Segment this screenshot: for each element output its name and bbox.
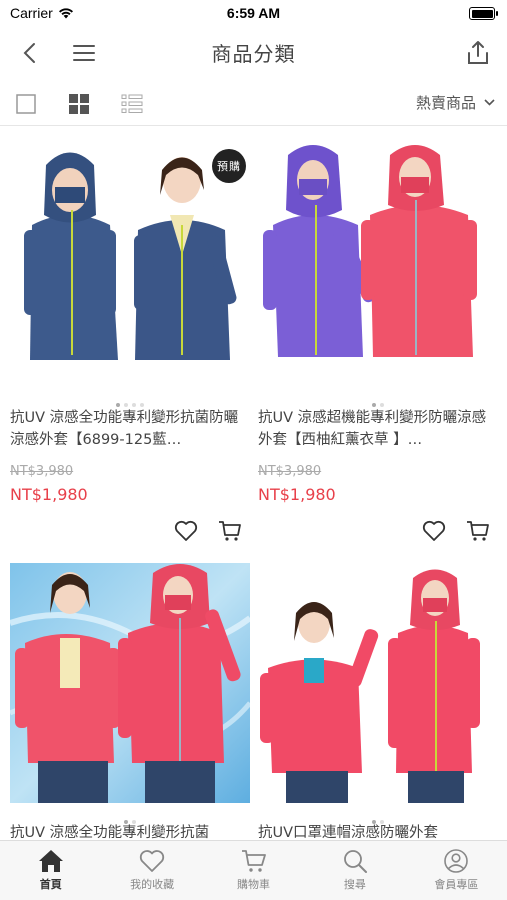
- product-actions: [174, 520, 242, 542]
- user-icon: [444, 849, 469, 873]
- product-card[interactable]: 預購 抗UV 涼感全功能專利變形抗菌防曬涼感外套【6899-125藍… NT$3…: [10, 135, 250, 555]
- product-card[interactable]: 抗UV口罩連帽涼感防曬外套: [258, 563, 498, 840]
- product-card[interactable]: 抗UV 涼感超機能專利變形防曬涼感外套【西柚紅薰衣草 】… NT$3,980 N…: [258, 135, 498, 555]
- original-price: NT$3,980: [10, 464, 74, 479]
- sale-price: NT$1,980: [258, 485, 336, 504]
- search-icon: [344, 850, 367, 873]
- status-time: 6:59 AM: [226, 5, 281, 21]
- add-to-cart-icon[interactable]: [218, 520, 242, 542]
- view-toolbar: 熱賣商品: [0, 80, 507, 126]
- sort-dropdown[interactable]: 熱賣商品: [416, 92, 495, 113]
- heart-icon: [139, 850, 165, 872]
- sale-price: NT$1,980: [10, 485, 88, 504]
- product-actions: [422, 520, 490, 542]
- product-grid: 預購 抗UV 涼感全功能專利變形抗菌防曬涼感外套【6899-125藍… NT$3…: [0, 127, 507, 840]
- heart-icon[interactable]: [174, 520, 198, 542]
- sort-label: 熱賣商品: [415, 94, 476, 112]
- single-view-icon[interactable]: [15, 93, 37, 115]
- product-name[interactable]: 抗UV口罩連帽涼感防曬外套: [258, 822, 493, 840]
- tab-label: 購物車: [237, 878, 271, 891]
- preorder-badge: 預購: [212, 149, 246, 183]
- tab-search[interactable]: 搜尋: [304, 841, 405, 900]
- grid-view-icon[interactable]: [68, 93, 90, 115]
- status-bar: Carrier 6:59 AM: [0, 0, 507, 28]
- tab-label: 會員專區: [434, 878, 479, 891]
- tab-label: 我的收藏: [130, 878, 175, 891]
- page-title: 商品分類: [211, 42, 296, 66]
- product-name[interactable]: 抗UV 涼感全功能專利變形抗菌防曬涼感外套【6899-125藍…: [10, 407, 245, 451]
- tab-member[interactable]: 會員專區: [406, 841, 507, 900]
- cart-icon: [241, 850, 266, 872]
- original-price: NT$3,980: [258, 464, 322, 479]
- product-card[interactable]: 抗UV 涼感全功能專利變形抗菌: [10, 563, 250, 840]
- share-icon[interactable]: [463, 38, 493, 68]
- tab-cart[interactable]: 購物車: [203, 841, 304, 900]
- list-view-icon[interactable]: [121, 93, 143, 115]
- tab-home[interactable]: 首頁: [0, 841, 101, 900]
- product-name[interactable]: 抗UV 涼感超機能專利變形防曬涼感外套【西柚紅薰衣草 】…: [258, 407, 493, 451]
- product-name[interactable]: 抗UV 涼感全功能專利變形抗菌: [10, 822, 245, 840]
- product-image[interactable]: [10, 563, 250, 803]
- home-icon: [38, 850, 63, 872]
- product-image[interactable]: [258, 563, 498, 803]
- add-to-cart-icon[interactable]: [466, 520, 490, 542]
- tab-favorites[interactable]: 我的收藏: [101, 841, 202, 900]
- tab-label: 首頁: [39, 878, 62, 891]
- chevron-down-icon: [484, 99, 495, 106]
- product-image[interactable]: 預購: [10, 135, 250, 375]
- nav-bar: 商品分類: [0, 28, 507, 76]
- tab-label: 搜尋: [343, 878, 366, 891]
- heart-icon[interactable]: [422, 520, 446, 542]
- product-image[interactable]: [258, 135, 498, 375]
- tab-bar: 首頁 我的收藏 購物車 搜尋 會員專區: [0, 840, 507, 900]
- battery-icon: [469, 7, 498, 20]
